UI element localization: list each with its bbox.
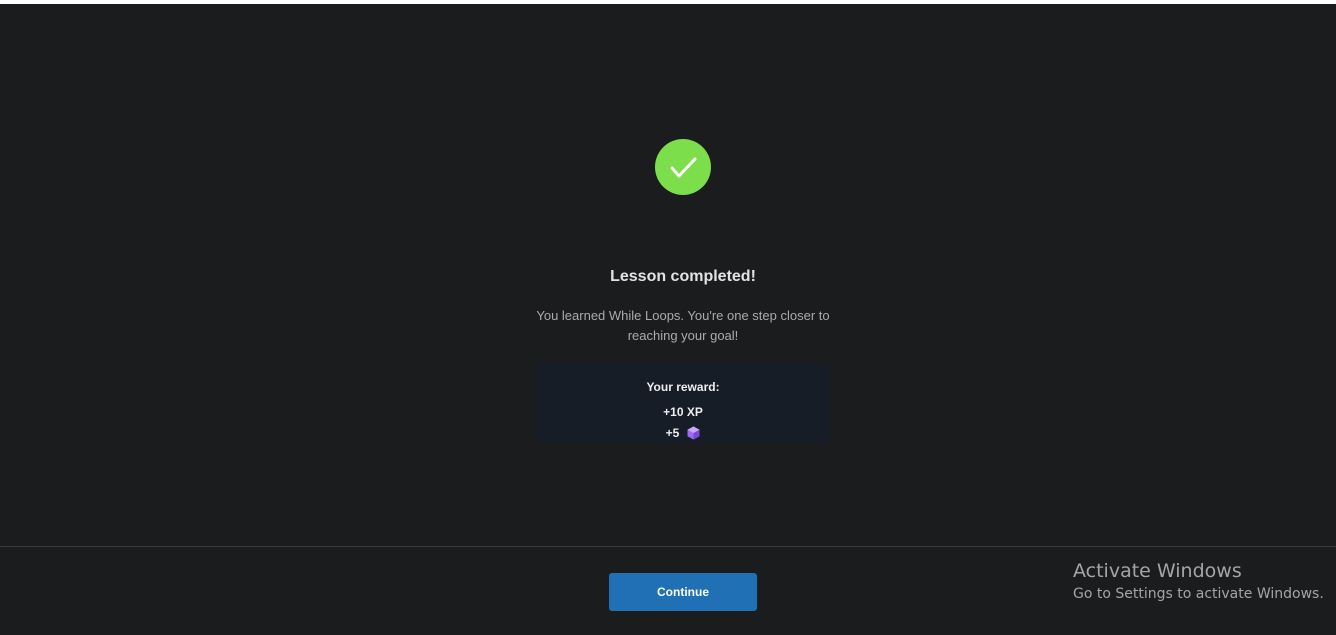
reward-gems-value: +5 bbox=[665, 426, 680, 440]
lesson-complete-message: You learned While Loops. You're one step… bbox=[536, 308, 830, 343]
lesson-complete-title: Lesson completed! bbox=[610, 268, 756, 285]
reward-xp: +10 XP bbox=[663, 405, 703, 419]
lesson-complete-page: Lesson completed! You learned While Loop… bbox=[0, 4, 1336, 635]
activate-windows-watermark: Activate Windows Go to Settings to activ… bbox=[1073, 560, 1324, 604]
footer-divider bbox=[0, 546, 1336, 547]
watermark-subtitle: Go to Settings to activate Windows. bbox=[1073, 586, 1324, 602]
continue-button[interactable]: Continue bbox=[609, 573, 757, 611]
watermark-title: Activate Windows bbox=[1073, 560, 1242, 582]
purple-gem-icon bbox=[687, 426, 700, 440]
reward-heading: Your reward: bbox=[646, 380, 720, 394]
success-check-icon bbox=[655, 139, 711, 195]
reward-panel: Your reward: +10 XP +5 bbox=[536, 364, 830, 444]
reward-gems: +5 bbox=[536, 426, 830, 440]
